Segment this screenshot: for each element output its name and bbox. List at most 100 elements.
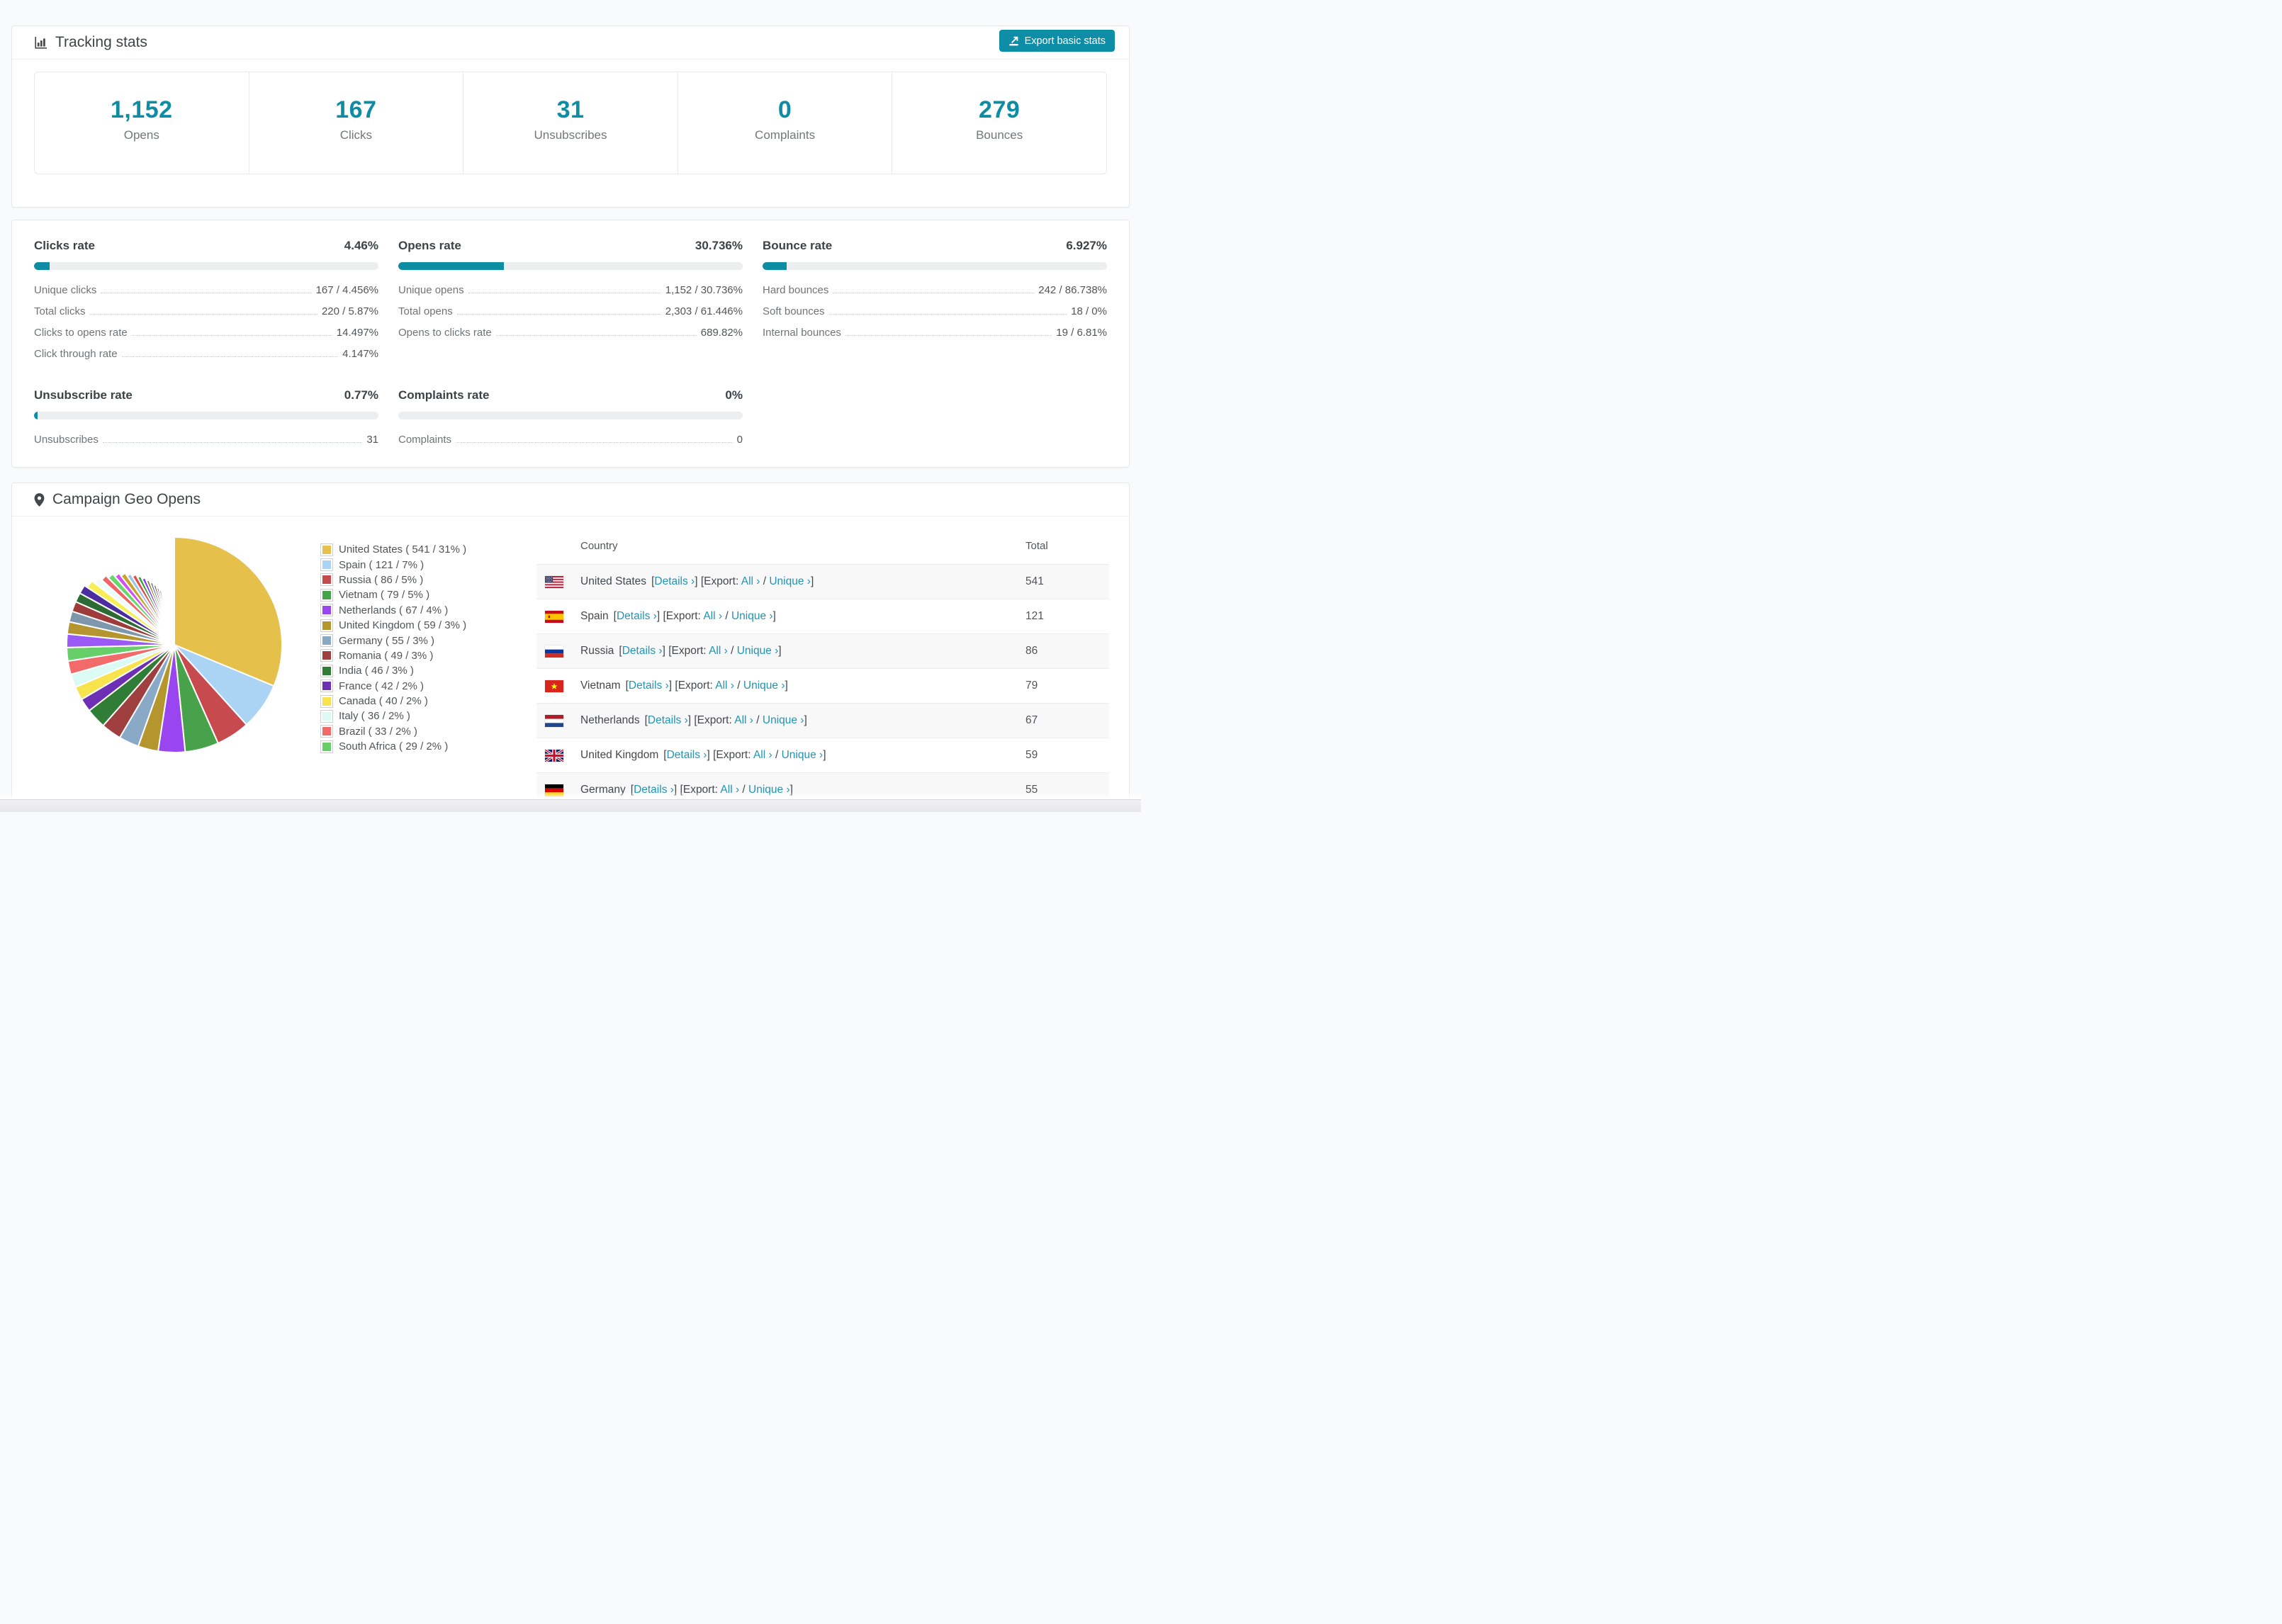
- rates-card: Clicks rate 4.46% Unique clicks 167 / 4.456…: [11, 220, 1130, 468]
- export-all-link[interactable]: All ›: [753, 749, 772, 761]
- detail-label: Total opens: [398, 305, 453, 317]
- flag-vn-icon: [545, 680, 563, 692]
- details-link[interactable]: Details ›: [622, 645, 663, 657]
- total-cell: 59: [1025, 749, 1038, 761]
- legend-item[interactable]: Italy ( 36 / 2% ): [320, 709, 490, 723]
- export-unique-link[interactable]: Unique ›: [782, 749, 824, 761]
- details-link[interactable]: Details ›: [648, 714, 688, 726]
- export-unique-link[interactable]: Unique ›: [743, 680, 785, 692]
- legend-item[interactable]: Canada ( 40 / 2% ): [320, 694, 490, 709]
- legend-item[interactable]: Russia ( 86 / 5% ): [320, 573, 490, 587]
- details-link[interactable]: Details ›: [629, 680, 669, 692]
- export-unique-link[interactable]: Unique ›: [731, 610, 773, 622]
- flag-es-icon: [545, 610, 563, 623]
- legend-item[interactable]: France ( 42 / 2% ): [320, 679, 490, 694]
- export-all-link[interactable]: All ›: [703, 610, 722, 622]
- legend-label: Vietnam ( 79 / 5% ): [339, 589, 430, 602]
- detail-label: Opens to clicks rate: [398, 327, 492, 339]
- total-cell: 541: [1025, 575, 1044, 587]
- export-unique-link[interactable]: Unique ›: [748, 784, 790, 796]
- summary-cell-opens: 1,152 Opens: [35, 72, 249, 174]
- rate-detail-row: Hard bounces 242 / 86.738%: [763, 284, 1107, 296]
- export-all-link[interactable]: All ›: [741, 575, 760, 587]
- detail-label: Unique clicks: [34, 284, 97, 296]
- export-unique-link[interactable]: Unique ›: [763, 714, 804, 726]
- legend-item[interactable]: Netherlands ( 67 / 4% ): [320, 603, 490, 618]
- export-all-link[interactable]: All ›: [720, 784, 739, 796]
- geo-pie-chart: [66, 536, 283, 753]
- detail-value: 18 / 0%: [1071, 305, 1107, 317]
- summary-value: 279: [979, 96, 1021, 123]
- legend-item[interactable]: United Kingdom ( 59 / 3% ): [320, 618, 490, 633]
- geo-opens-body: United States ( 541 / 31% ) Spain ( 121 /…: [12, 517, 1129, 807]
- legend-item[interactable]: Brazil ( 33 / 2% ): [320, 724, 490, 739]
- detail-value: 689.82%: [700, 327, 743, 339]
- bracket-text: ]: [695, 575, 701, 587]
- rate-detail-row: Unsubscribes 31: [34, 434, 378, 446]
- dotted-leader: [456, 442, 733, 443]
- legend-item[interactable]: Spain ( 121 / 7% ): [320, 557, 490, 572]
- rate-title: Bounce rate: [763, 239, 833, 252]
- bracket-text: ]: [662, 645, 669, 657]
- bracket-text: ]: [707, 749, 714, 761]
- flag-ru-icon: [545, 645, 563, 658]
- bracket-text: [Export:: [694, 714, 735, 726]
- bracket-text: ]: [785, 680, 788, 692]
- row-links: [Details ›] [Export: All › / Unique ›]: [614, 610, 776, 623]
- export-unique-link[interactable]: Unique ›: [769, 575, 811, 587]
- legend-item[interactable]: Vietnam ( 79 / 5% ): [320, 587, 490, 602]
- summary-value: 31: [556, 96, 585, 123]
- row-links: [Details ›] [Export: All › / Unique ›]: [619, 645, 781, 658]
- legend-label: Spain ( 121 / 7% ): [339, 558, 425, 571]
- dotted-leader: [828, 314, 1067, 315]
- details-link[interactable]: Details ›: [667, 749, 707, 761]
- rate-header: Clicks rate 4.46%: [34, 239, 378, 253]
- details-link[interactable]: Details ›: [654, 575, 695, 587]
- rate-progress-fill: [34, 412, 38, 419]
- summary-cell-unsubscribes: 31 Unsubscribes: [463, 72, 678, 174]
- details-link[interactable]: Details ›: [634, 784, 674, 796]
- rate-value: 0%: [725, 388, 743, 402]
- export-all-link[interactable]: All ›: [715, 680, 734, 692]
- bracket-text: /: [772, 749, 782, 761]
- row-links: [Details ›] [Export: All › / Unique ›]: [651, 575, 814, 588]
- legend-label: Italy ( 36 / 2% ): [339, 710, 410, 723]
- table-row-gb: United Kingdom [Details ›] [Export: All ›…: [536, 738, 1109, 772]
- country-name: Spain: [580, 610, 609, 622]
- detail-value: 167 / 4.456%: [315, 284, 378, 296]
- summary-label: Clicks: [339, 128, 373, 142]
- summary-row: 1,152 Opens 167 Clicks 31 Unsubscribes 0 Compla…: [34, 72, 1107, 174]
- legend-item[interactable]: Romania ( 49 / 3% ): [320, 648, 490, 663]
- legend-item[interactable]: Germany ( 55 / 3% ): [320, 633, 490, 648]
- legend-item[interactable]: South Africa ( 29 / 2% ): [320, 739, 490, 754]
- export-all-link[interactable]: All ›: [734, 714, 753, 726]
- tracking-stats-header: Tracking stats Export basic stats: [12, 26, 1129, 60]
- export-all-link[interactable]: All ›: [709, 645, 728, 657]
- country-name: United Kingdom: [580, 749, 659, 761]
- rate-header: Unsubscribe rate 0.77%: [34, 388, 378, 402]
- details-link[interactable]: Details ›: [617, 610, 657, 622]
- legend-label: Russia ( 86 / 5% ): [339, 573, 424, 586]
- country-cell: Vietnam [Details ›] [Export: All › / Uniq…: [536, 680, 1025, 692]
- summary-cell-bounces: 279 Bounces: [892, 72, 1106, 174]
- geo-table-body: United States [Details ›] [Export: All › …: [536, 564, 1109, 807]
- geo-table: Country Total United States [Details ›] […: [536, 528, 1109, 807]
- total-cell: 86: [1025, 645, 1038, 657]
- legend-item[interactable]: United States ( 541 / 31% ): [320, 542, 490, 557]
- row-links: [Details ›] [Export: All › / Unique ›]: [631, 784, 793, 796]
- legend-item[interactable]: India ( 46 / 3% ): [320, 663, 490, 678]
- export-basic-stats-button[interactable]: Export basic stats: [999, 30, 1115, 52]
- dotted-leader: [121, 356, 339, 357]
- legend-swatch: [320, 573, 333, 587]
- flag-de-icon: [545, 784, 563, 796]
- table-row-es: Spain [Details ›] [Export: All › / Unique…: [536, 599, 1109, 633]
- bracket-text: [Export:: [680, 784, 721, 796]
- export-unique-link[interactable]: Unique ›: [737, 645, 779, 657]
- detail-value: 1,152 / 30.736%: [665, 284, 743, 296]
- page-title: Tracking stats: [34, 34, 147, 51]
- rate-progress-fill: [763, 262, 787, 270]
- geo-table-header: Country Total: [536, 528, 1109, 564]
- country-cell: United States [Details ›] [Export: All › …: [536, 575, 1025, 588]
- country-name: Vietnam: [580, 680, 621, 692]
- country-cell: Russia [Details ›] [Export: All › / Uniqu…: [536, 645, 1025, 658]
